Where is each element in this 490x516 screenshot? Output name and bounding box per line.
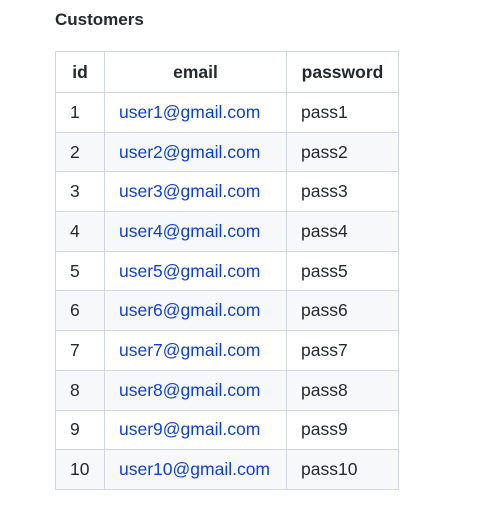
email-link[interactable]: user5@gmail.com xyxy=(119,261,260,281)
cell-id: 10 xyxy=(55,449,105,490)
cell-password: pass6 xyxy=(286,290,399,332)
table-body: 1 user1@gmail.com pass1 2 user2@gmail.co… xyxy=(55,92,399,490)
column-header-password: password xyxy=(286,51,399,93)
cell-password: pass5 xyxy=(286,250,399,292)
table-row: 10 user10@gmail.com pass10 xyxy=(55,449,399,490)
header-row: id email password xyxy=(55,51,399,93)
cell-email: user8@gmail.com xyxy=(104,369,287,411)
cell-id: 6 xyxy=(55,290,105,332)
table-row: 5 user5@gmail.com pass5 xyxy=(55,250,399,292)
cell-email: user2@gmail.com xyxy=(104,131,287,173)
cell-email: user6@gmail.com xyxy=(104,290,287,332)
email-link[interactable]: user2@gmail.com xyxy=(119,142,260,162)
column-header-id: id xyxy=(55,51,105,93)
cell-id: 1 xyxy=(55,92,105,133)
cell-email: user5@gmail.com xyxy=(104,250,287,292)
email-link[interactable]: user10@gmail.com xyxy=(119,459,270,479)
customers-table: id email password 1 user1@gmail.com pass… xyxy=(55,51,399,490)
table-row: 1 user1@gmail.com pass1 xyxy=(55,92,399,133)
cell-email: user10@gmail.com xyxy=(104,449,287,490)
cell-password: pass8 xyxy=(286,369,399,411)
cell-email: user7@gmail.com xyxy=(104,330,287,371)
table-row: 7 user7@gmail.com pass7 xyxy=(55,330,399,371)
email-link[interactable]: user4@gmail.com xyxy=(119,221,260,241)
column-header-email: email xyxy=(104,51,287,93)
email-link[interactable]: user7@gmail.com xyxy=(119,340,260,360)
cell-id: 8 xyxy=(55,369,105,411)
email-link[interactable]: user3@gmail.com xyxy=(119,181,260,201)
cell-id: 2 xyxy=(55,131,105,173)
cell-email: user9@gmail.com xyxy=(104,409,287,451)
email-link[interactable]: user1@gmail.com xyxy=(119,102,260,122)
cell-id: 9 xyxy=(55,409,105,451)
cell-email: user1@gmail.com xyxy=(104,92,287,133)
table-header: id email password xyxy=(55,51,399,93)
cell-id: 5 xyxy=(55,250,105,292)
email-link[interactable]: user9@gmail.com xyxy=(119,419,260,439)
cell-password: pass3 xyxy=(286,171,399,213)
cell-password: pass9 xyxy=(286,409,399,451)
table-row: 9 user9@gmail.com pass9 xyxy=(55,409,399,451)
cell-id: 7 xyxy=(55,330,105,371)
cell-password: pass4 xyxy=(286,211,399,252)
table-row: 3 user3@gmail.com pass3 xyxy=(55,171,399,213)
table-row: 2 user2@gmail.com pass2 xyxy=(55,131,399,173)
cell-password: pass7 xyxy=(286,330,399,371)
cell-password: pass1 xyxy=(286,92,399,133)
cell-id: 3 xyxy=(55,171,105,213)
cell-email: user4@gmail.com xyxy=(104,211,287,252)
cell-password: pass10 xyxy=(286,449,399,490)
email-link[interactable]: user8@gmail.com xyxy=(119,380,260,400)
table-row: 4 user4@gmail.com pass4 xyxy=(55,211,399,252)
cell-email: user3@gmail.com xyxy=(104,171,287,213)
email-link[interactable]: user6@gmail.com xyxy=(119,300,260,320)
page-title: Customers xyxy=(55,10,144,29)
cell-id: 4 xyxy=(55,211,105,252)
table-row: 8 user8@gmail.com pass8 xyxy=(55,369,399,411)
table-row: 6 user6@gmail.com pass6 xyxy=(55,290,399,332)
cell-password: pass2 xyxy=(286,131,399,173)
